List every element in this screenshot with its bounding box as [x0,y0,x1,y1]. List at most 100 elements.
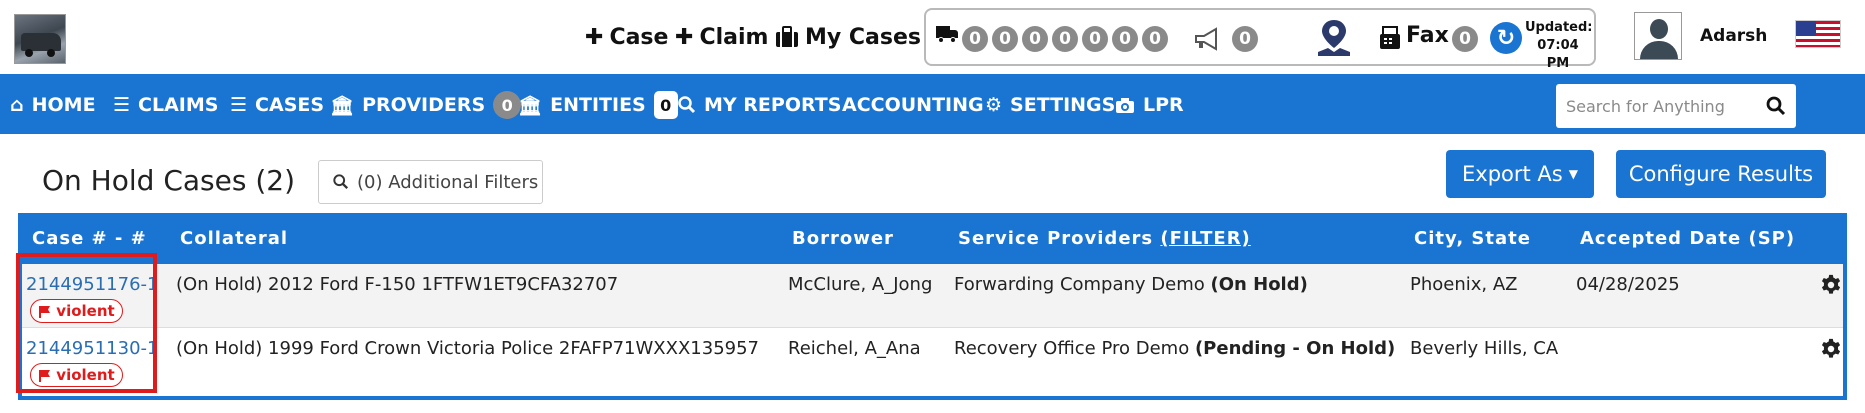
nav-claims-label: CLAIMS [138,94,219,116]
nav-home-label: HOME [31,94,96,116]
nav-providers-label: PROVIDERS [362,94,486,116]
table-header: Case # - # Collateral Borrower Service P… [18,213,1847,264]
provider-name: Recovery Office Pro Demo [954,338,1190,359]
city-state-cell: Phoenix, AZ [1410,274,1518,295]
us-flag-icon[interactable] [1795,20,1841,48]
new-claim-label: Claim [699,24,769,50]
new-claim-link[interactable]: ✚ Claim [675,22,768,52]
flag-icon [39,369,51,382]
row-settings-gear-icon[interactable] [1820,338,1842,360]
map-pin-icon[interactable] [1316,18,1352,58]
nav-cases[interactable]: ☰ CASES [230,92,324,118]
search-icon [678,96,696,114]
search-input[interactable] [1566,95,1756,117]
configure-results-button[interactable]: Configure Results [1616,150,1826,198]
username[interactable]: Adarsh [1700,26,1767,46]
counter-badge[interactable]: 0 [1112,26,1138,52]
provider-status: (Pending - On Hold) [1194,338,1396,359]
menu-icon: ☰ [230,94,248,116]
export-as-label: Export As [1462,162,1563,186]
borrower-cell: Reichel, A_Ana [788,338,921,359]
export-as-button[interactable]: Export As ▼ [1446,150,1594,198]
home-icon: ⌂ [10,94,24,116]
provider-name: Forwarding Company Demo [954,274,1205,295]
caret-down-icon: ▼ [1568,167,1578,181]
col-borrower[interactable]: Borrower [792,228,894,249]
gear-icon: ⚙ [985,94,1003,116]
new-case-link[interactable]: ✚ Case [585,22,668,52]
counter-badge[interactable]: 0 [1142,26,1168,52]
additional-filters-button[interactable]: (0) Additional Filters [318,160,543,204]
search-icon[interactable] [1766,96,1786,116]
nav-cases-label: CASES [255,94,325,116]
additional-filters-label: (0) Additional Filters [357,171,539,193]
nav-settings[interactable]: ⚙ SETTINGS [985,92,1115,118]
search-icon [333,174,349,190]
nav-settings-label: SETTINGS [1010,94,1116,116]
table-row[interactable]: 2144951130-1 violent (On Hold) 1999 Ford… [22,328,1843,392]
provider-cell: Recovery Office Pro Demo (Pending - On H… [954,338,1395,359]
announcement-count[interactable]: 0 [1232,26,1258,52]
nav-providers[interactable]: 🏛 PROVIDERS 0 [330,91,522,119]
avatar[interactable] [1634,12,1682,60]
nav-my-reports[interactable]: MY REPORTS [678,92,841,118]
main-nav: ⌂ HOME ☰ CLAIMS ☰ CASES 🏛 PROVIDERS 0 🏛 … [0,74,1865,134]
collateral-cell: (On Hold) 1999 Ford Crown Victoria Polic… [176,338,760,359]
bank-icon: 🏛 [330,94,355,117]
plus-icon: ✚ [675,24,694,50]
new-case-label: Case [609,24,669,50]
fax-label[interactable]: Fax [1406,23,1449,48]
fax-icon[interactable] [1379,26,1401,50]
nav-entities-label: ENTITIES [550,94,646,116]
status-counter-box: 0 0 0 0 0 0 0 0 Fax 0 ↻ Updated: 07:04 P… [924,8,1596,71]
counter-badge[interactable]: 0 [962,26,988,52]
bank-icon: 🏛 [518,94,543,117]
camera-icon [1116,97,1134,113]
col-case[interactable]: Case # - # [32,228,147,249]
provider-filter-link[interactable]: (FILTER) [1160,228,1250,249]
briefcase-icon [776,26,798,47]
global-search [1556,84,1796,128]
last-updated: Updated: 07:04 PM [1525,19,1593,73]
violent-flag-badge: violent [30,363,123,387]
nav-accounting-label: ACCOUNTING [842,94,984,116]
updated-time: 07:04 PM [1537,38,1579,71]
col-collateral[interactable]: Collateral [180,228,288,249]
nav-lpr[interactable]: LPR [1115,92,1184,118]
violent-label: violent [56,366,115,384]
table-row[interactable]: 2144951176-1 violent (On Hold) 2012 Ford… [22,264,1843,328]
entities-badge: 0 [653,91,678,119]
row-settings-gear-icon[interactable] [1820,274,1842,296]
case-number-link[interactable]: 2144951130-1 [26,338,158,359]
borrower-cell: McClure, A_Jong [788,274,933,295]
fax-count[interactable]: 0 [1452,26,1478,52]
menu-icon: ☰ [113,94,131,116]
configure-results-label: Configure Results [1628,162,1814,186]
page-title: On Hold Cases (2) [42,164,295,197]
nav-claims[interactable]: ☰ CLAIMS [113,92,218,118]
nav-lpr-label: LPR [1143,94,1184,116]
counter-badge[interactable]: 0 [992,26,1018,52]
col-city-state[interactable]: City, State [1414,228,1531,249]
counter-badge[interactable]: 0 [1082,26,1108,52]
provider-status: (On Hold) [1210,274,1308,295]
plus-icon: ✚ [585,24,604,50]
violent-flag-badge: violent [30,299,123,323]
updated-label: Updated: [1525,20,1593,35]
col-accepted-date[interactable]: Accepted Date (SP) [1580,228,1795,249]
col-service-providers[interactable]: Service Providers (FILTER) [958,228,1251,249]
nav-accounting[interactable]: ACCOUNTING [842,92,984,118]
nav-home[interactable]: ⌂ HOME [10,92,96,118]
flag-icon [39,305,51,318]
my-cases-link[interactable]: My Cases [775,22,921,52]
city-state-cell: Beverly Hills, CA [1410,338,1559,359]
provider-cell: Forwarding Company Demo (On Hold) [954,274,1308,295]
refresh-icon[interactable]: ↻ [1490,22,1522,54]
counter-badge[interactable]: 0 [1022,26,1048,52]
nav-my-reports-label: MY REPORTS [704,94,842,116]
counter-badge[interactable]: 0 [1052,26,1078,52]
megaphone-icon[interactable] [1194,27,1222,57]
case-number-link[interactable]: 2144951176-1 [26,274,158,295]
nav-entities[interactable]: 🏛 ENTITIES 0 [518,91,678,119]
company-logo[interactable] [14,14,66,64]
